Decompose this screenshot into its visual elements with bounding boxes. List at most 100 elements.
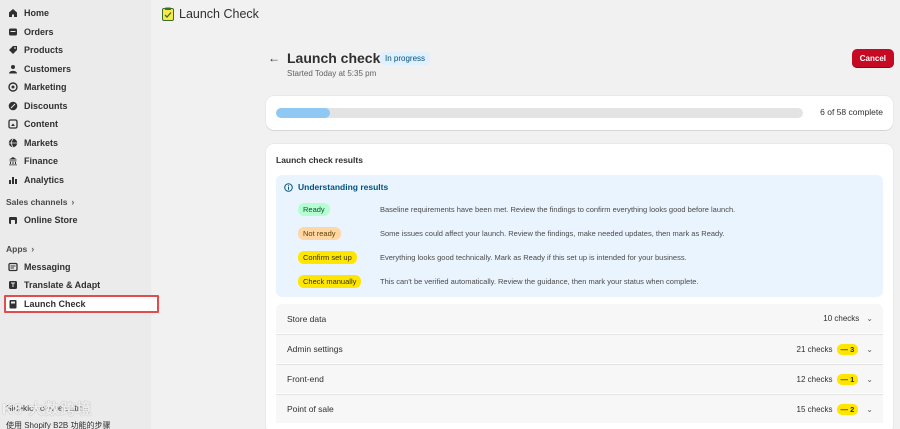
chart-bar-icon [8, 175, 18, 185]
pending-badge: — 2 [836, 403, 859, 415]
check-manually-pill: Check manually [298, 274, 362, 288]
sidebar-item-label: Messaging [24, 261, 71, 272]
watermark: K8 大数跨境 [2, 401, 93, 418]
section-label: Store data [287, 313, 327, 324]
sidebar-item-label: Finance [24, 156, 59, 167]
apps-section[interactable]: Apps › [0, 240, 151, 258]
sidebar-item-home[interactable]: Home [0, 4, 151, 23]
legend-desc: This can't be verified automatically. Re… [380, 277, 699, 286]
progress-fill [276, 108, 331, 118]
sidebar-item-messaging[interactable]: Messaging [0, 258, 151, 277]
sidekick-conversation-item[interactable]: 使用 Shopify B2B 功能的步骤 [6, 420, 110, 429]
target-icon [8, 82, 18, 92]
section-row-store-data[interactable]: Store data 10 checks ⌄ [276, 304, 883, 333]
legend-row-not-ready: Not ready [298, 226, 341, 240]
sidebar-item-label: Home [24, 8, 50, 19]
sidebar: Home Orders Products Customers Marketing… [0, 0, 159, 429]
info-title-text: Understanding results [298, 182, 389, 192]
person-icon [8, 64, 18, 74]
chevron-right-icon: › [31, 243, 35, 254]
sidebar-item-discounts[interactable]: Discounts [0, 97, 151, 116]
chevron-right-icon: › [71, 197, 75, 207]
chevron-down-icon[interactable]: ⌄ [866, 375, 873, 384]
section-row-admin-settings[interactable]: Admin settings 21 checks — 3 ⌄ [276, 334, 883, 363]
sidebar-item-markets[interactable]: Markets [0, 134, 151, 153]
legend-desc: Some issues could affect your launch. Re… [380, 229, 725, 238]
sidebar-item-label: Online Store [24, 215, 78, 226]
page-title: Launch check [287, 50, 381, 66]
section-meta: 10 checks ⌄ [823, 314, 873, 323]
sales-channels-section[interactable]: Sales channels › [0, 193, 151, 211]
check-count: 21 checks [796, 344, 833, 354]
legend-desc: Everything looks good technically. Mark … [380, 253, 687, 262]
sidebar-item-label: Marketing [24, 82, 67, 93]
pending-badge: — 3 [836, 343, 859, 355]
sidebar-item-content[interactable]: Content [0, 115, 151, 134]
message-icon [8, 262, 18, 272]
chevron-down-icon[interactable]: ⌄ [866, 345, 873, 354]
sidebar-item-orders[interactable]: Orders [0, 23, 151, 42]
chevron-down-icon[interactable]: ⌄ [866, 405, 873, 414]
sidebar-item-label: Translate & Adapt [24, 280, 101, 291]
launch-check-logo-icon [162, 7, 174, 21]
tag-icon [8, 45, 18, 55]
sidebar-item-label: Launch Check [24, 298, 86, 309]
legend-row-ready: Ready [298, 202, 330, 216]
check-count: 15 checks [796, 404, 833, 414]
launch-check-app-icon [8, 299, 18, 309]
back-arrow-icon[interactable]: ← [268, 51, 280, 65]
section-row-point-of-sale[interactable]: Point of sale 15 checks — 2 ⌄ [276, 394, 883, 423]
sidebar-item-label: Customers [24, 63, 72, 74]
pending-badge: — 1 [836, 373, 859, 385]
sidebar-item-label: Analytics [24, 174, 65, 185]
home-icon [8, 8, 18, 18]
started-timestamp: Started Today at 5:35 pm [287, 69, 377, 78]
cancel-button[interactable]: Cancel [851, 49, 894, 68]
section-label: Apps [6, 243, 28, 254]
chevron-down-icon[interactable]: ⌄ [866, 314, 873, 323]
sidebar-item-analytics[interactable]: Analytics [0, 171, 151, 190]
legend-desc: Baseline requirements have been met. Rev… [380, 205, 736, 214]
section-label: Sales channels [6, 197, 68, 207]
sidebar-item-launch-check[interactable]: Launch Check [4, 294, 159, 313]
orders-icon [8, 27, 18, 37]
section-meta: 21 checks — 3 ⌄ [796, 343, 873, 355]
progress-bar [276, 108, 803, 118]
sidebar-item-products[interactable]: Products [0, 41, 151, 60]
discount-icon [8, 101, 18, 111]
section-row-front-end[interactable]: Front-end 12 checks — 1 ⌄ [276, 364, 883, 393]
check-count: 12 checks [796, 374, 833, 384]
sidebar-item-online-store[interactable]: Online Store [0, 211, 151, 230]
globe-icon [8, 138, 18, 148]
ready-pill: Ready [298, 202, 330, 216]
app-header: Launch Check [162, 7, 259, 21]
sidebar-item-label: Discounts [24, 100, 68, 111]
bank-icon [8, 156, 18, 166]
results-card: Launch check results Understanding resul… [266, 144, 893, 429]
not-ready-pill: Not ready [298, 226, 341, 240]
progress-text: 6 of 58 complete [820, 107, 883, 117]
sidebar-item-finance[interactable]: Finance [0, 152, 151, 171]
info-icon [284, 182, 293, 192]
confirm-set-up-pill: Confirm set up [298, 250, 357, 264]
content-icon [8, 119, 18, 129]
sidebar-item-label: Markets [24, 137, 59, 148]
section-label: Front-end [287, 374, 324, 384]
section-label: Point of sale [287, 404, 334, 414]
check-count: 10 checks [823, 314, 860, 323]
status-badge: In progress [380, 52, 431, 65]
translate-icon [8, 280, 18, 290]
sidebar-item-customers[interactable]: Customers [0, 60, 151, 79]
legend-row-confirm-set-up: Confirm set up [298, 250, 357, 264]
legend-row-check-manually: Check manually [298, 274, 362, 288]
sidebar-item-label: Orders [24, 26, 54, 37]
info-banner-title: Understanding results [284, 182, 388, 192]
section-meta: 12 checks — 1 ⌄ [796, 373, 873, 385]
info-banner: Understanding results Ready Baseline req… [276, 175, 883, 297]
results-title: Launch check results [276, 155, 363, 165]
progress-card: 6 of 58 complete [266, 96, 893, 130]
section-label: Admin settings [287, 344, 343, 354]
section-meta: 15 checks — 2 ⌄ [796, 403, 873, 415]
sidebar-item-marketing[interactable]: Marketing [0, 78, 151, 97]
sidebar-item-translate-adapt[interactable]: Translate & Adapt [0, 276, 151, 295]
